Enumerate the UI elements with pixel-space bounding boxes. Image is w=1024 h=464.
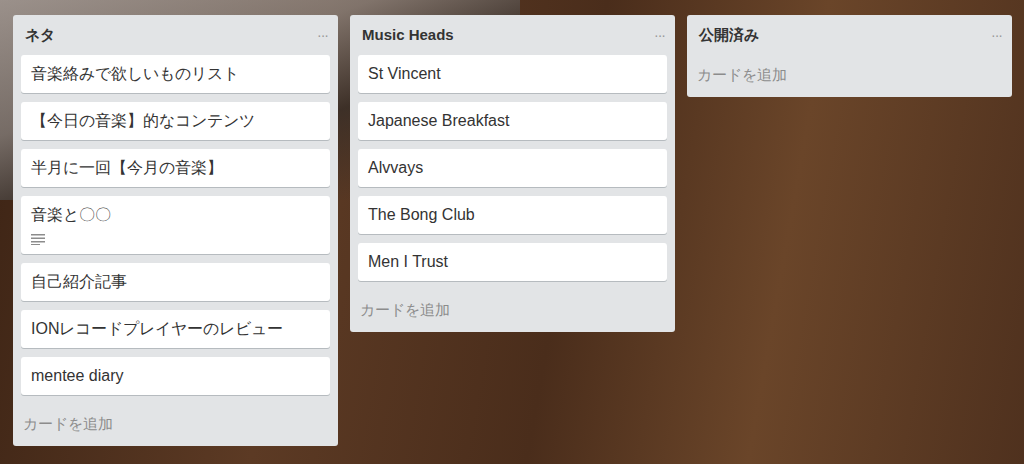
add-card-button[interactable]: カードを追加	[687, 55, 1012, 97]
card-title: The Bong Club	[368, 203, 657, 227]
list-title[interactable]: ネタ	[25, 24, 55, 47]
list-title[interactable]: Music Heads	[362, 24, 454, 47]
card-title: mentee diary	[31, 364, 320, 388]
card[interactable]: 音楽と〇〇	[21, 196, 330, 254]
card[interactable]: Alvvays	[358, 149, 667, 187]
list-header: 公開済み ···	[687, 15, 1012, 55]
list-menu-button[interactable]: ···	[991, 25, 1002, 46]
list-header: Music Heads ···	[350, 15, 675, 55]
list-menu-button[interactable]: ···	[654, 25, 665, 46]
card[interactable]: IONレコードプレイヤーのレビュー	[21, 310, 330, 348]
card-title: St Vincent	[368, 62, 657, 86]
add-card-button[interactable]: カードを追加	[13, 395, 338, 446]
card[interactable]: 【今日の音楽】的なコンテンツ	[21, 102, 330, 140]
card[interactable]: The Bong Club	[358, 196, 667, 234]
card[interactable]: Japanese Breakfast	[358, 102, 667, 140]
card-title: Alvvays	[368, 156, 657, 180]
list-row: ネタ ··· 音楽絡みで欲しいものリスト【今日の音楽】的なコンテンツ半月に一回【今月…	[0, 0, 1024, 446]
list-menu-button[interactable]: ···	[317, 25, 328, 46]
card-title: IONレコードプレイヤーのレビュー	[31, 317, 320, 341]
card[interactable]: mentee diary	[21, 357, 330, 395]
card-title: 【今日の音楽】的なコンテンツ	[31, 109, 320, 133]
card-list: 音楽絡みで欲しいものリスト【今日の音楽】的なコンテンツ半月に一回【今月の音楽】音…	[13, 55, 338, 395]
list-header: ネタ ···	[13, 15, 338, 55]
board: ネタ ··· 音楽絡みで欲しいものリスト【今日の音楽】的なコンテンツ半月に一回【今月…	[0, 0, 1024, 464]
list: ネタ ··· 音楽絡みで欲しいものリスト【今日の音楽】的なコンテンツ半月に一回【今月…	[13, 15, 338, 446]
card-title: Japanese Breakfast	[368, 109, 657, 133]
card-title: 半月に一回【今月の音楽】	[31, 156, 320, 180]
list-title[interactable]: 公開済み	[699, 24, 759, 47]
card[interactable]: Men I Trust	[358, 243, 667, 281]
card[interactable]: 音楽絡みで欲しいものリスト	[21, 55, 330, 93]
card-list: St Vincent Japanese Breakfast Alvvays The B…	[350, 55, 675, 281]
description-icon	[31, 233, 45, 245]
list: Music Heads ··· St Vincent Japanese Breakfa…	[350, 15, 675, 332]
card[interactable]: 自己紹介記事	[21, 263, 330, 301]
card-title: 音楽絡みで欲しいものリスト	[31, 62, 320, 86]
card-title: 自己紹介記事	[31, 270, 320, 294]
list: 公開済み ··· カードを追加	[687, 15, 1012, 97]
add-card-button[interactable]: カードを追加	[350, 281, 675, 332]
card-title: 音楽と〇〇	[31, 203, 320, 227]
card-title: Men I Trust	[368, 250, 657, 274]
card[interactable]: St Vincent	[358, 55, 667, 93]
card[interactable]: 半月に一回【今月の音楽】	[21, 149, 330, 187]
